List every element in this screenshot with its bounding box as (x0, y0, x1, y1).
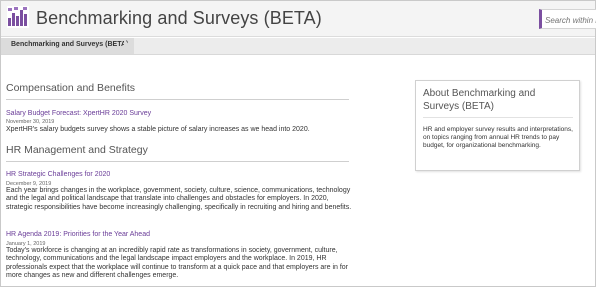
section-heading-hr-management: HR Management and Strategy (6, 144, 148, 156)
breadcrumb-item-current[interactable]: Benchmarking and Surveys (BETA) (1, 38, 135, 54)
section-divider (6, 161, 349, 162)
article-description: Today's workforce is changing at an incr… (6, 247, 349, 280)
section-heading-compensation: Compensation and Benefits (6, 82, 135, 94)
about-panel-divider (423, 117, 573, 118)
app-header: Benchmarking and Surveys (BETA) (1, 1, 596, 37)
search-input[interactable] (542, 11, 596, 30)
about-panel-title: About Benchmarking and Surveys (BETA) (423, 88, 536, 112)
article-description: XpertHR's salary budgets survey shows a … (6, 126, 310, 133)
breadcrumb-arrow-icon (124, 38, 130, 54)
article-link[interactable]: HR Strategic Challenges for 2020 (6, 171, 110, 178)
benchmark-logo-icon (7, 6, 29, 28)
article-link[interactable]: HR Agenda 2019: Priorities for the Year … (6, 231, 150, 238)
section-divider (6, 99, 349, 100)
breadcrumb: Benchmarking and Surveys (BETA) (1, 38, 595, 55)
article-date: November 30, 2019 (6, 119, 55, 125)
search-box[interactable] (539, 9, 596, 30)
article-description: Each year brings changes in the workplac… (6, 187, 352, 211)
page-title: Benchmarking and Surveys (BETA) (36, 8, 322, 28)
about-panel: About Benchmarking and Surveys (BETA) HR… (415, 80, 580, 171)
article-link[interactable]: Salary Budget Forecast: XpertHR 2020 Sur… (6, 110, 151, 117)
about-panel-text: HR and employer survey results and inter… (423, 126, 573, 149)
